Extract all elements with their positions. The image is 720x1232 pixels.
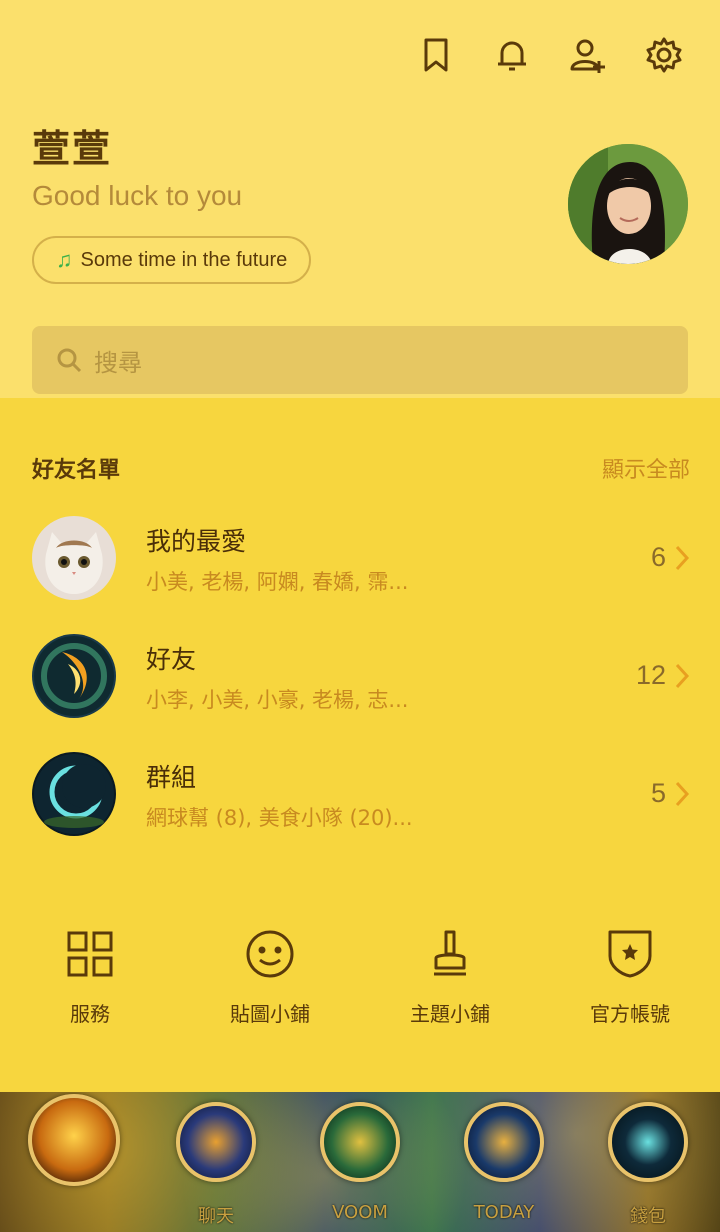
tab-label: TODAY [473,1202,535,1223]
chevron-right-icon [675,781,690,807]
moon-avatar [32,752,116,836]
tab-label: 錢包 [630,1206,666,1227]
cat-avatar [32,516,116,600]
shortcut-theme-shop[interactable]: 主題小鋪 [360,926,540,1036]
profile-music-pill[interactable]: ♫ Some time in the future [32,236,312,284]
shortcut-sticker-shop[interactable]: 貼圖小鋪 [180,926,360,1036]
friends-tab-icon [28,1094,120,1186]
list-item-members: 網球幫 (8), 美食小隊 (20)... [146,806,413,830]
tab-chat[interactable]: 聊天 [168,1096,264,1232]
list-item-groups[interactable]: 群組 網球幫 (8), 美食小隊 (20)... 5 [0,752,720,852]
list-item-members: 小李, 小美, 小豪, 老楊, 志... [146,688,409,712]
shield-star-icon [608,930,652,978]
today-tab-icon [464,1102,544,1182]
chevron-right-icon [675,663,690,689]
shortcut-label: 服務 [70,1002,110,1026]
avatar[interactable] [568,144,688,264]
voom-tab-icon [320,1102,400,1182]
gear-icon[interactable] [639,30,689,80]
phoenix-avatar [32,634,116,718]
music-note-icon: ♫ [56,247,73,272]
chat-tab-icon [176,1102,256,1182]
tab-friends[interactable] [26,1094,122,1232]
list-item-title: 好友 [146,645,197,674]
search-icon [57,348,82,373]
list-item-favorites[interactable]: 我的最愛 小美, 老楊, 阿嫻, 春嬌, 霈... 6 [0,516,720,616]
tab-label: 聊天 [198,1206,234,1227]
grid-icon [67,931,113,977]
bookmark-icon[interactable] [411,30,461,80]
shortcut-services[interactable]: 服務 [0,926,180,1036]
list-item-count: 5 [650,778,666,808]
smile-icon [246,930,294,978]
search-input[interactable]: 搜尋 [32,326,688,394]
shortcut-label: 貼圖小鋪 [230,1002,310,1026]
tab-today[interactable]: TODAY [456,1096,552,1232]
tab-voom[interactable]: VOOM [312,1096,408,1232]
music-title: Some time in the future [80,248,288,271]
tab-label: VOOM [332,1202,388,1223]
chevron-right-icon [675,545,690,571]
bottom-tab-bar: 聊天 VOOM TODAY 錢包 [0,1092,720,1232]
tab-wallet[interactable]: 錢包 [600,1096,696,1232]
list-item-count: 6 [650,542,666,572]
list-item-count: 12 [635,660,666,690]
shortcut-official-accounts[interactable]: 官方帳號 [540,926,720,1036]
search-placeholder: 搜尋 [94,348,142,377]
list-item-title: 群組 [146,763,197,792]
show-all-link[interactable]: 顯示全部 [602,452,690,484]
friends-section-title: 好友名單 [32,458,121,483]
list-item-title: 我的最愛 [146,527,247,556]
shortcut-label: 官方帳號 [590,1002,670,1026]
brush-icon [434,930,466,976]
list-item-members: 小美, 老楊, 阿嫻, 春嬌, 霈... [146,570,409,594]
bell-icon[interactable] [487,30,537,80]
add-friend-icon[interactable] [563,30,613,80]
status-message[interactable]: Good luck to you [32,180,242,212]
wallet-tab-icon [608,1102,688,1182]
list-item-friends[interactable]: 好友 小李, 小美, 小豪, 老楊, 志... 12 [0,634,720,734]
shortcut-label: 主題小鋪 [410,1002,490,1026]
profile-name[interactable]: 萱萱 [32,118,112,173]
